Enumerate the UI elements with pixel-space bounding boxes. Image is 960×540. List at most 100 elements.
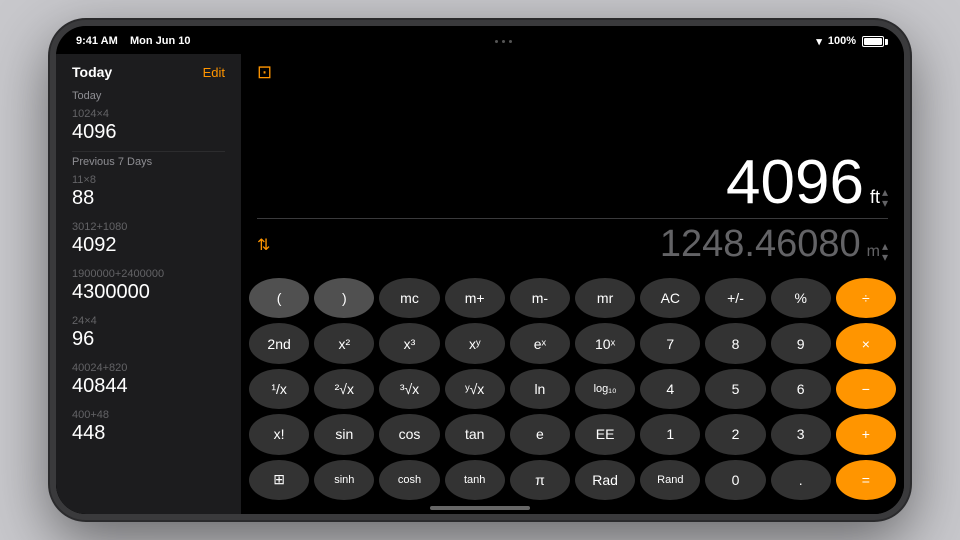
status-right: ▾ 100%: [816, 35, 884, 48]
history-result: 96: [72, 328, 225, 350]
calc-display: 4096 ft ▴▾ ⇅ 1248.46080 m: [241, 90, 904, 274]
btn-3[interactable]: 3: [771, 414, 831, 454]
status-time: 9:41 AM: [76, 35, 118, 47]
history-item[interactable]: 400+48 448: [56, 405, 241, 452]
history-expr: 1900000+2400000: [72, 268, 225, 280]
secondary-unit-container[interactable]: m ▴▾: [867, 241, 888, 263]
btn-8[interactable]: 8: [705, 323, 765, 363]
btn-ee[interactable]: EE: [575, 414, 635, 454]
btn-x-[interactable]: x!: [249, 414, 309, 454]
btn-cos[interactable]: cos: [379, 414, 439, 454]
history-expr: 1024×4: [72, 108, 225, 120]
secondary-unit: m: [867, 243, 880, 261]
btn--[interactable]: =: [836, 460, 896, 500]
btn-tan[interactable]: tan: [445, 414, 505, 454]
btn--[interactable]: ÷: [836, 278, 896, 318]
sidebar-header: Today Edit: [56, 54, 241, 86]
history-item[interactable]: 11×8 88: [56, 170, 241, 217]
btn--[interactable]: .: [771, 460, 831, 500]
ipad-frame: 9:41 AM Mon Jun 10 ▾ 100% Today Edit Tod: [50, 20, 910, 520]
btn-0[interactable]: 0: [705, 460, 765, 500]
button-grid: ()mcm+m-mrAC+/-%÷ 2ndx²x³xʸeˣ10ˣ789× ¹/x²√…: [241, 274, 904, 514]
display-separator: [257, 218, 888, 219]
secondary-value: 1248.46080: [660, 223, 861, 266]
history-result: 88: [72, 187, 225, 209]
home-indicator: [430, 506, 530, 510]
btn-2nd[interactable]: 2nd: [249, 323, 309, 363]
status-date: Mon Jun 10: [130, 35, 191, 47]
history-item[interactable]: 1024×4 4096: [56, 104, 241, 151]
btn-m-[interactable]: m+: [445, 278, 505, 318]
btn-10-[interactable]: 10ˣ: [575, 323, 635, 363]
history-result: 4092: [72, 234, 225, 256]
status-bar: 9:41 AM Mon Jun 10 ▾ 100%: [56, 26, 904, 54]
btn-mr[interactable]: mr: [575, 278, 635, 318]
btn-e-[interactable]: eˣ: [510, 323, 570, 363]
battery-icon: [862, 36, 884, 47]
btn-9[interactable]: 9: [771, 323, 831, 363]
btn-m-[interactable]: m-: [510, 278, 570, 318]
btn---x[interactable]: ʸ√x: [445, 369, 505, 409]
btn-cosh[interactable]: cosh: [379, 460, 439, 500]
btn-x-[interactable]: xʸ: [445, 323, 505, 363]
btn-tanh[interactable]: tanh: [445, 460, 505, 500]
history-item[interactable]: 3012+1080 4092: [56, 217, 241, 264]
history-item[interactable]: 1900000+2400000 4300000: [56, 264, 241, 311]
btn---x[interactable]: ¹/x: [249, 369, 309, 409]
btn---x[interactable]: ³√x: [379, 369, 439, 409]
btn--[interactable]: +: [836, 414, 896, 454]
history-item[interactable]: 24×4 96: [56, 311, 241, 358]
btn----[interactable]: +/-: [705, 278, 765, 318]
primary-unit-container[interactable]: ft ▴▾: [870, 187, 888, 209]
edit-button[interactable]: Edit: [203, 65, 225, 80]
history-expr: 40024+820: [72, 362, 225, 374]
btn-2[interactable]: 2: [705, 414, 765, 454]
wifi-icon: ▾: [816, 35, 822, 48]
history-expr: 3012+1080: [72, 221, 225, 233]
btn---x[interactable]: ²√x: [314, 369, 374, 409]
btn-6[interactable]: 6: [771, 369, 831, 409]
history-expr: 24×4: [72, 315, 225, 327]
btn-rand[interactable]: Rand: [640, 460, 700, 500]
btn-4[interactable]: 4: [640, 369, 700, 409]
btn-1[interactable]: 1: [640, 414, 700, 454]
history-item[interactable]: 40024+820 40844: [56, 358, 241, 405]
btn-mc[interactable]: mc: [379, 278, 439, 318]
dot3: [509, 40, 512, 43]
sidebar-title: Today: [72, 64, 112, 80]
sidebar-toggle-icon[interactable]: ⊡: [257, 62, 272, 83]
history-result: 4096: [72, 121, 225, 143]
btn-x-[interactable]: x²: [314, 323, 374, 363]
convert-row: ⇅ 1248.46080 m ▴▾: [257, 223, 888, 266]
btn-7[interactable]: 7: [640, 323, 700, 363]
btn-sin[interactable]: sin: [314, 414, 374, 454]
sec-unit-chevron: ▴▾: [882, 241, 888, 263]
history-expr: 400+48: [72, 409, 225, 421]
display-primary: 4096 ft ▴▾: [726, 152, 888, 214]
history-result: 4300000: [72, 281, 225, 303]
btn--[interactable]: ⊞: [249, 460, 309, 500]
btn-5[interactable]: 5: [705, 369, 765, 409]
btn-rad[interactable]: Rad: [575, 460, 635, 500]
convert-arrows-icon[interactable]: ⇅: [257, 235, 270, 255]
btn--[interactable]: %: [771, 278, 831, 318]
btn-sinh[interactable]: sinh: [314, 460, 374, 500]
history-expr: 11×8: [72, 174, 225, 186]
btn-x-[interactable]: x³: [379, 323, 439, 363]
btn-e[interactable]: e: [510, 414, 570, 454]
btn-log--[interactable]: log₁₀: [575, 369, 635, 409]
app-content: Today Edit Today 1024×4 4096 Previous 7 …: [56, 54, 904, 514]
btn--[interactable]: −: [836, 369, 896, 409]
btn-ac[interactable]: AC: [640, 278, 700, 318]
btn--[interactable]: ×: [836, 323, 896, 363]
btn--[interactable]: π: [510, 460, 570, 500]
status-time-date: 9:41 AM Mon Jun 10: [76, 35, 191, 47]
history-result: 40844: [72, 375, 225, 397]
btn--[interactable]: ): [314, 278, 374, 318]
btn--[interactable]: (: [249, 278, 309, 318]
section-today: Today: [56, 86, 241, 104]
btn-ln[interactable]: ln: [510, 369, 570, 409]
battery-label: 100%: [828, 35, 856, 47]
unit-chevron: ▴▾: [882, 187, 888, 209]
calculator-main: ⊡ 4096 ft ▴▾ ⇅ 1248.46080: [241, 54, 904, 514]
